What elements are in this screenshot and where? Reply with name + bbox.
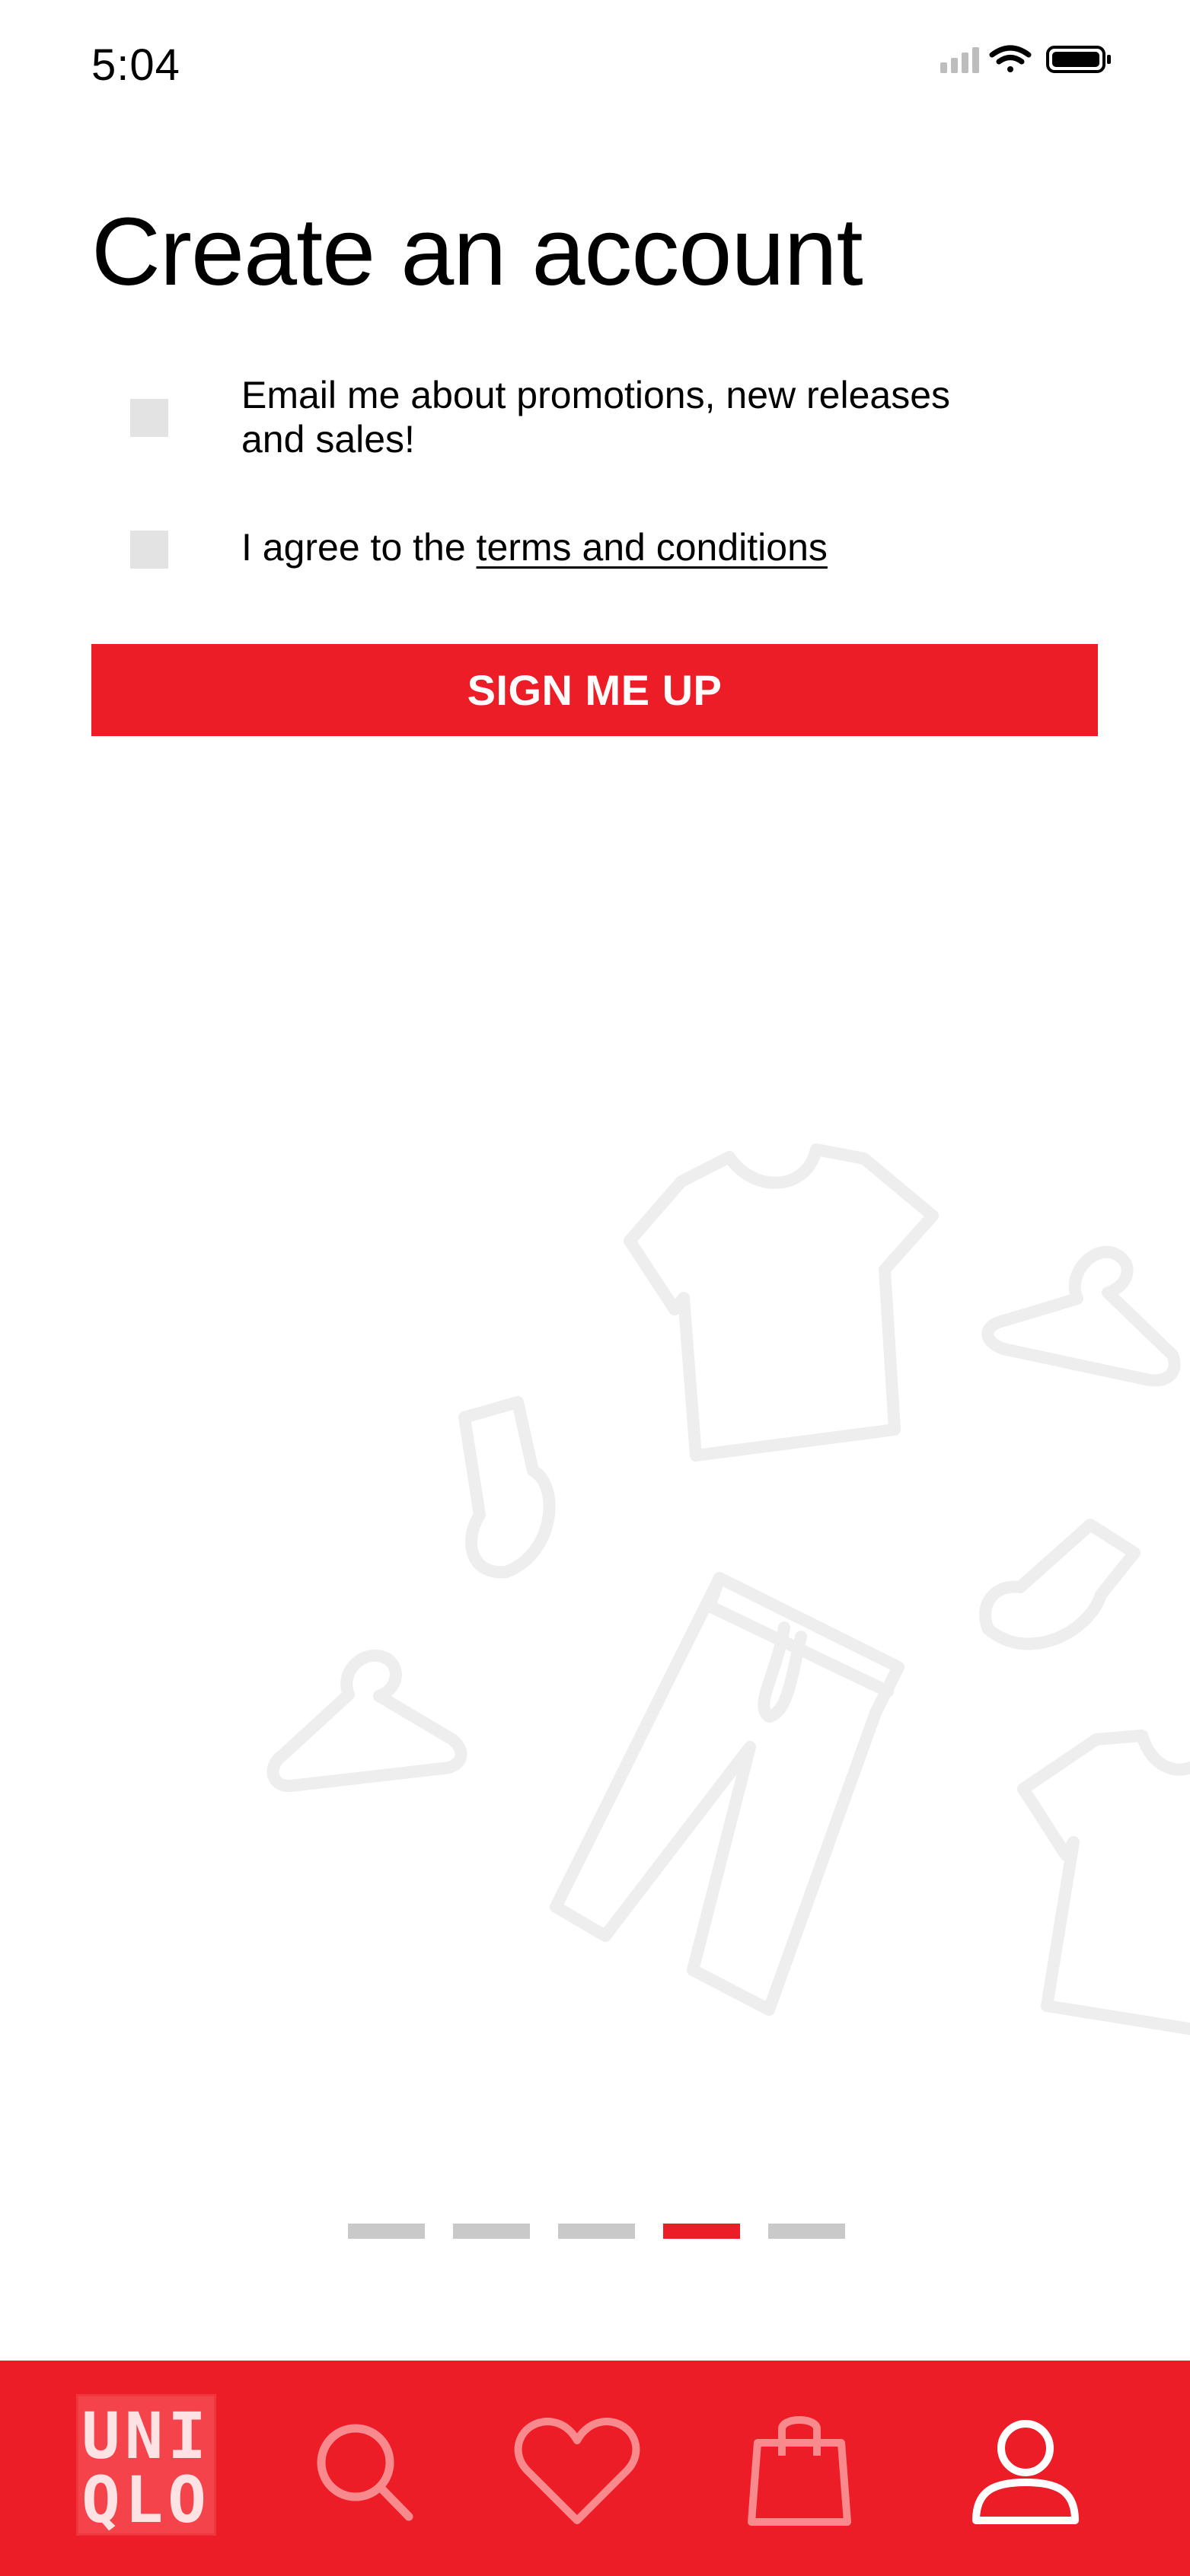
search-icon <box>317 2424 413 2521</box>
tshirt-icon <box>624 1143 939 1462</box>
signal-icon <box>940 47 979 73</box>
page-title: Create an account <box>91 198 863 305</box>
page-indicator-dot[interactable] <box>558 2224 635 2239</box>
logo-line1: UNI <box>81 2399 211 2473</box>
pants-icon <box>550 1572 904 2016</box>
uniqlo-logo[interactable]: UNI QLO <box>76 2394 216 2536</box>
page-indicator-dot[interactable] <box>453 2224 530 2239</box>
page-indicator-dot[interactable] <box>348 2224 425 2239</box>
status-icons <box>940 45 1111 73</box>
wifi-icon <box>989 45 1032 72</box>
promotions-label: Email me about promotions, new releases … <box>241 373 1079 461</box>
page-indicator-dot-active[interactable] <box>663 2224 740 2239</box>
nav-favorites-button[interactable] <box>512 2414 642 2528</box>
status-time: 5:04 <box>91 40 180 90</box>
logo-line2: QLO <box>81 2463 211 2537</box>
promotions-label-line1: Email me about promotions, new releases <box>241 374 951 416</box>
shopping-bag-icon <box>748 2416 851 2526</box>
terms-label-prefix: I agree to the <box>241 526 477 569</box>
battery-icon <box>1046 46 1111 73</box>
promotions-checkbox[interactable] <box>130 399 168 437</box>
terms-link[interactable]: terms and conditions <box>477 526 828 569</box>
nav-bag-button[interactable] <box>735 2414 864 2528</box>
profile-icon <box>972 2420 1079 2524</box>
tshirt-icon <box>1017 1730 1190 2036</box>
sock-icon <box>979 1519 1141 1650</box>
hanger-icon <box>981 1245 1181 1387</box>
nav-profile-button[interactable] <box>961 2414 1090 2528</box>
sign-up-button[interactable]: SIGN ME UP <box>91 644 1098 736</box>
sock-icon <box>458 1396 556 1579</box>
heart-icon <box>514 2418 640 2524</box>
clothing-illustration <box>266 1143 1190 2036</box>
terms-checkbox[interactable] <box>130 531 168 569</box>
page-indicator-dot[interactable] <box>768 2224 845 2239</box>
hanger-icon <box>266 1649 467 1793</box>
promotions-label-line2: and sales! <box>241 418 415 461</box>
bottom-nav: UNI QLO <box>0 2361 1190 2576</box>
nav-search-button[interactable] <box>301 2414 430 2528</box>
terms-label: I agree to the terms and conditions <box>241 525 1079 569</box>
